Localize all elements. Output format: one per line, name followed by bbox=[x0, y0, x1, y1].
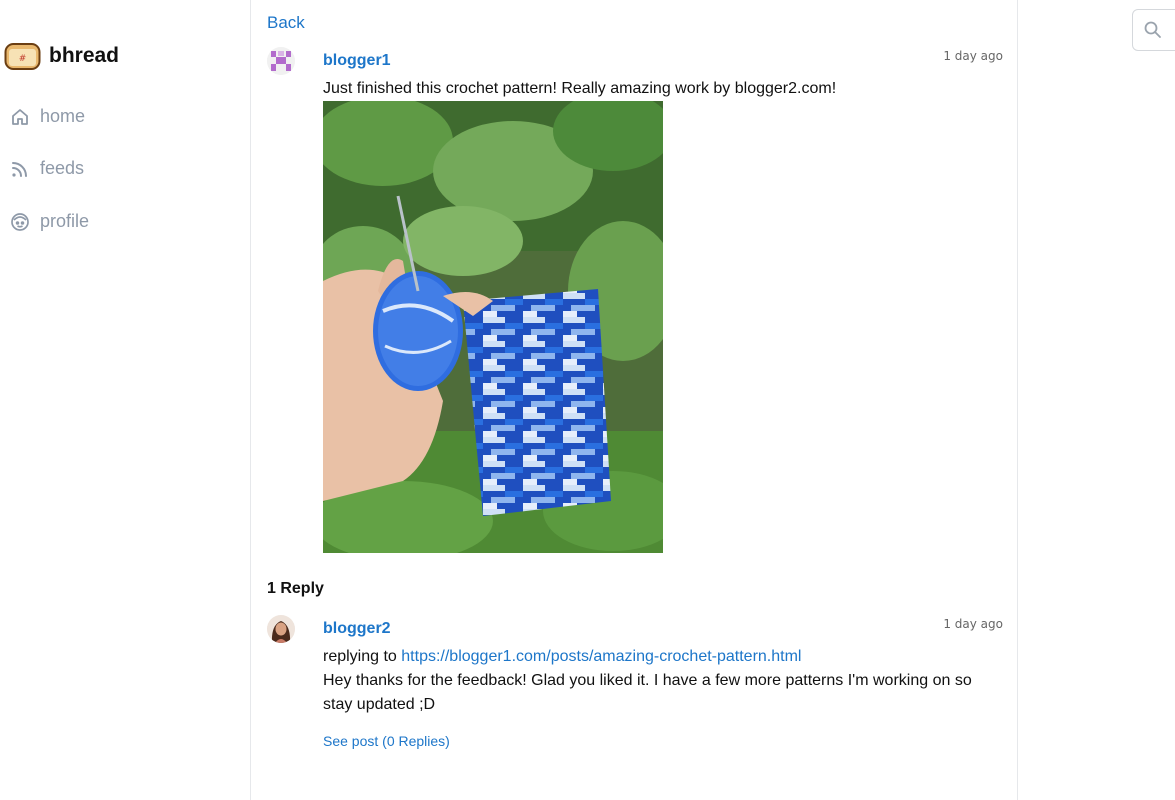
sidebar-item-label: feeds bbox=[40, 158, 85, 178]
post-text: Just finished this crochet pattern! Real… bbox=[323, 80, 837, 97]
post-author[interactable]: blogger1 bbox=[323, 52, 391, 70]
reply-timestamp: 1 day ago bbox=[943, 617, 1003, 631]
reply-text: Hey thanks for the feedback! Glad you li… bbox=[323, 672, 972, 713]
replying-to-line: replying to https://blogger1.com/posts/a… bbox=[323, 645, 801, 669]
sidebar-item-label: home bbox=[40, 106, 86, 126]
post-timestamp: 1 day ago bbox=[943, 49, 1003, 63]
replying-to-label: replying to bbox=[323, 648, 397, 665]
bread-logo-icon: # bbox=[4, 43, 41, 70]
face-icon bbox=[10, 212, 30, 232]
back-link[interactable]: Back bbox=[267, 13, 305, 33]
reply: blogger2 1 day ago replying to https://b… bbox=[267, 615, 1003, 755]
reply-author[interactable]: blogger2 bbox=[323, 620, 391, 638]
sidebar-item-home[interactable]: home bbox=[10, 106, 85, 127]
post-image[interactable] bbox=[323, 101, 663, 553]
search-icon bbox=[1144, 21, 1161, 38]
post: blogger1 1 day ago Just finished this cr… bbox=[267, 47, 1003, 557]
svg-text:#: # bbox=[19, 54, 27, 64]
sidebar-item-profile[interactable]: profile bbox=[10, 211, 89, 232]
see-post-link[interactable]: See post (0 Replies) bbox=[323, 733, 450, 749]
sidebar-item-label: profile bbox=[40, 211, 90, 231]
brand-name: bhread bbox=[49, 44, 120, 67]
home-icon bbox=[10, 107, 30, 127]
avatar[interactable] bbox=[267, 615, 295, 643]
rss-icon bbox=[10, 159, 30, 179]
replies-heading: 1 Reply bbox=[267, 580, 324, 597]
main-column: Back blogger1 1 day ago Just finished th… bbox=[250, 0, 1018, 800]
replying-to-link[interactable]: https://blogger1.com/posts/amazing-croch… bbox=[401, 648, 801, 665]
search-button[interactable] bbox=[1132, 9, 1175, 51]
sidebar-item-feeds[interactable]: feeds bbox=[10, 158, 84, 179]
brand[interactable]: # bhread bbox=[4, 40, 119, 72]
sidebar: # bhread home feeds profile bbox=[0, 0, 250, 800]
avatar[interactable] bbox=[267, 47, 295, 75]
